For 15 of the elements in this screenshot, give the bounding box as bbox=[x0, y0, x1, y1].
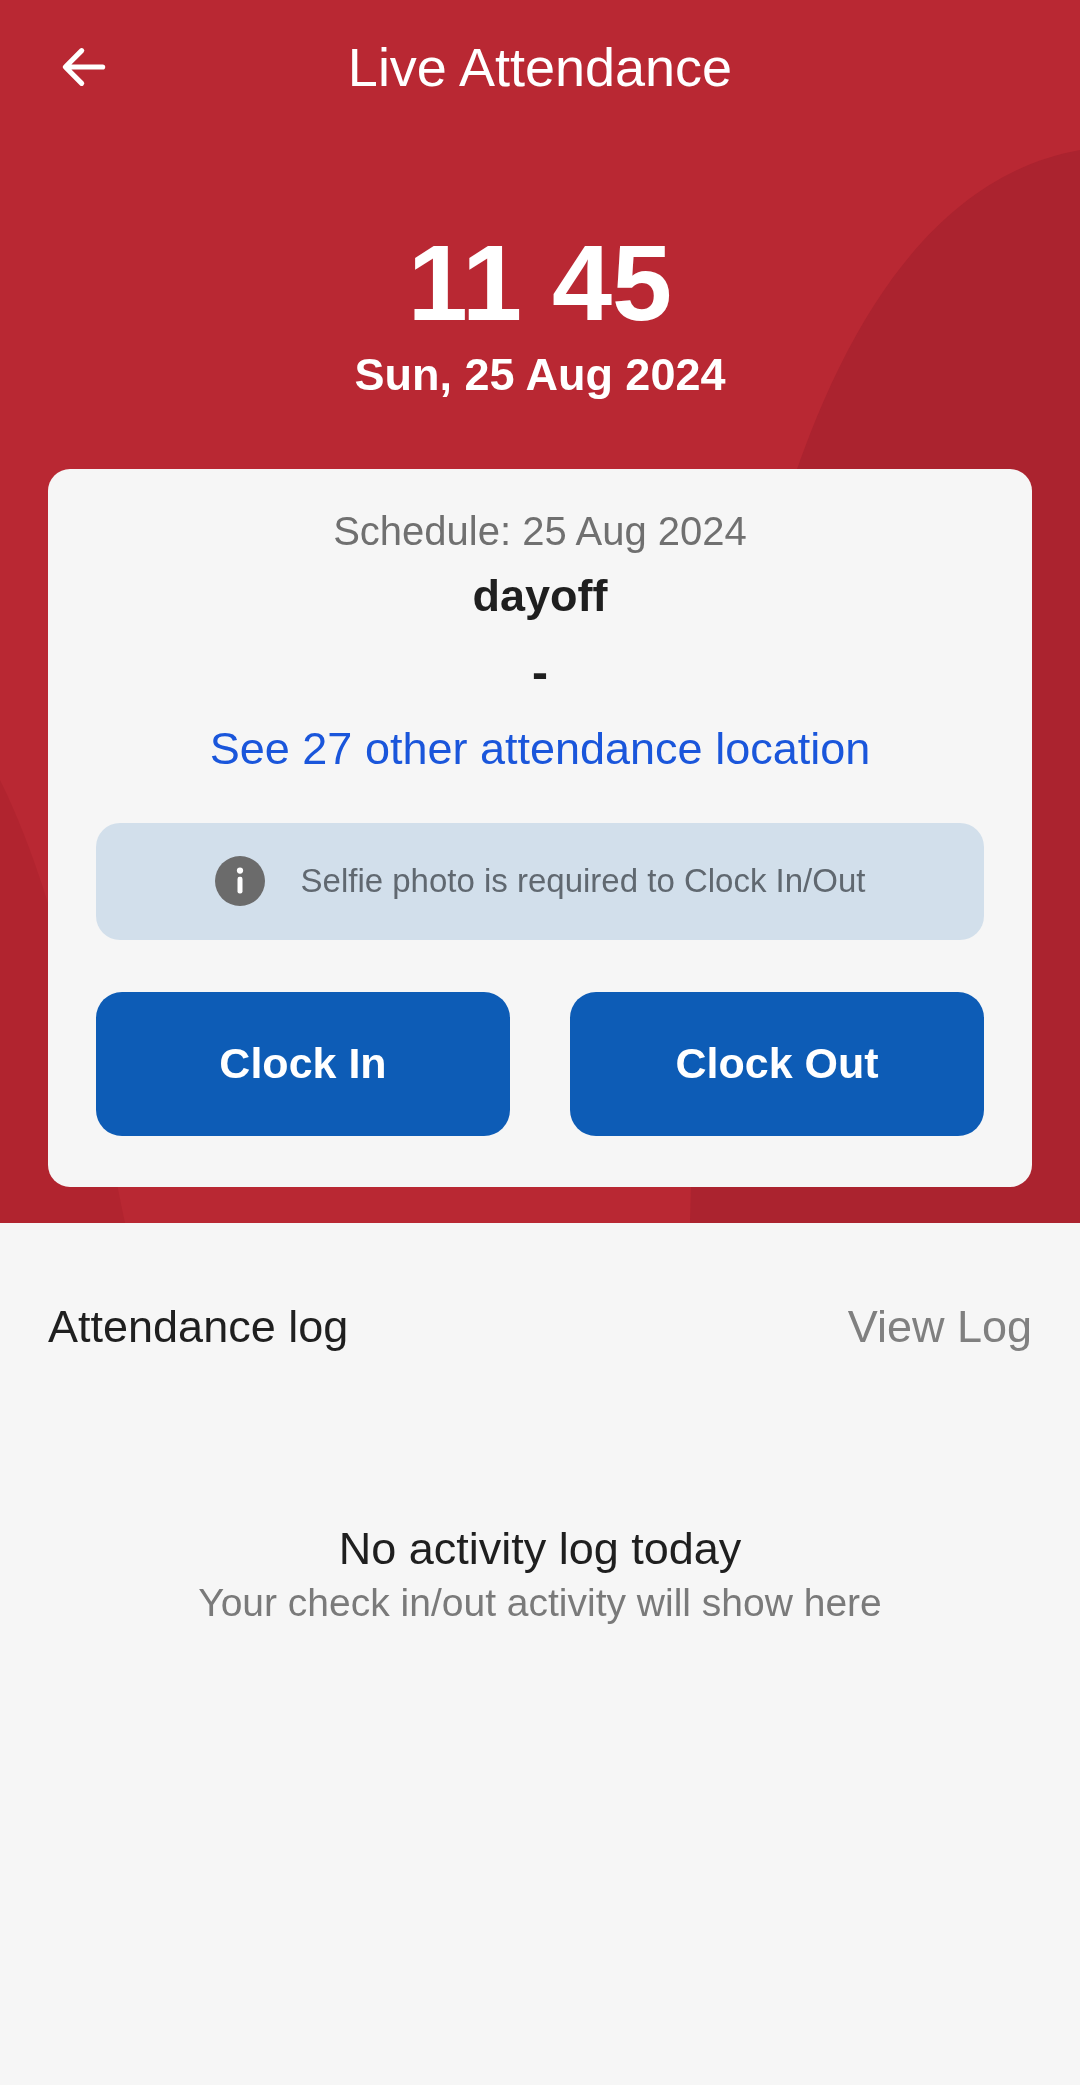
clock-in-button[interactable]: Clock In bbox=[96, 991, 510, 1136]
view-log-link[interactable]: View Log bbox=[847, 1301, 1032, 1353]
clock-time: 11 45 bbox=[407, 224, 673, 343]
info-icon bbox=[214, 856, 265, 907]
section-title: Attendance log bbox=[48, 1301, 349, 1353]
notice-text: Selfie photo is required to Clock In/Out bbox=[300, 862, 866, 901]
shift-name: dayoff bbox=[472, 569, 608, 622]
empty-state-title: No activity log today bbox=[338, 1523, 742, 1575]
schedule-date: Schedule: 25 Aug 2024 bbox=[333, 508, 747, 554]
empty-state-subtitle: Your check in/out activity will show here bbox=[198, 1581, 882, 1625]
location-link[interactable]: See 27 other attendance location bbox=[209, 722, 871, 775]
shift-hours: - bbox=[532, 644, 548, 700]
clock-date: Sun, 25 Aug 2024 bbox=[354, 348, 726, 401]
page-title: Live Attendance bbox=[347, 37, 733, 97]
clock-out-button[interactable]: Clock Out bbox=[570, 991, 984, 1136]
